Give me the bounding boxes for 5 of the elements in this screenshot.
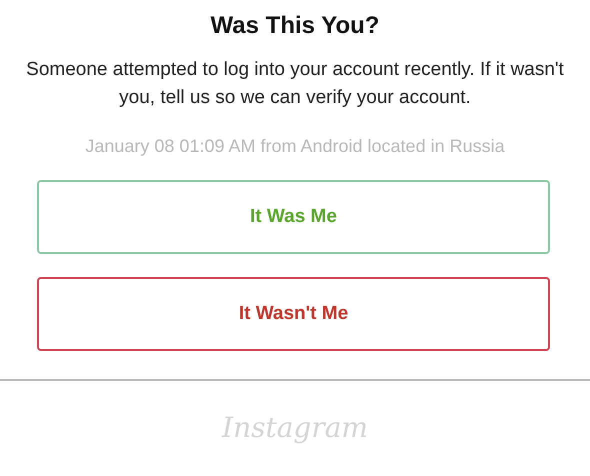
- message-text: Someone attempted to log into your account recently. If it wasn't you, tell us so we can verify your account.: [25, 58, 565, 110]
- deny-button[interactable]: It Wasn't Me: [37, 277, 550, 351]
- confirm-button[interactable]: It Was Me: [37, 180, 550, 254]
- login-details: January 08 01:09 AM from Android located in Russia: [85, 135, 505, 158]
- dialog-title: Was This You?: [210, 11, 380, 41]
